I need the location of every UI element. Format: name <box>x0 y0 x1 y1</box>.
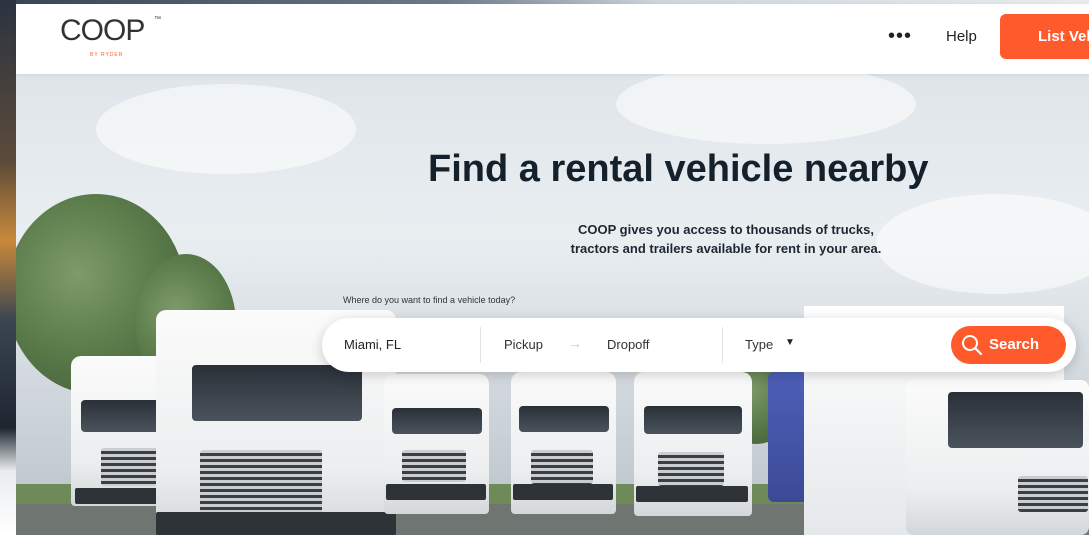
truck <box>384 374 489 514</box>
help-link[interactable]: Help <box>946 28 977 45</box>
list-vehicle-button[interactable]: List Vehicle <box>1000 14 1089 59</box>
cloud <box>616 74 916 144</box>
truck <box>634 372 752 516</box>
hero-subtitle-line1: COOP gives you access to thousands of tr… <box>578 222 874 237</box>
vehicle-type-select[interactable]: Type <box>745 337 773 352</box>
hero-subtitle-line2: tractors and trailers available for rent… <box>570 241 882 256</box>
vehicle-search-bar: Miami, FL Pickup → Dropoff Type ▼ Search <box>322 318 1076 372</box>
location-input[interactable]: Miami, FL <box>344 337 401 352</box>
pickup-date-input[interactable]: Pickup <box>504 337 543 352</box>
divider <box>722 327 723 363</box>
hero-section: Find a rental vehicle nearby COOP gives … <box>16 74 1089 535</box>
coop-logo[interactable]: COOP ™ BY RYDER <box>60 14 161 62</box>
top-navigation-bar: COOP ™ BY RYDER ••• Help List Vehicle <box>16 4 1089 74</box>
divider <box>480 327 481 363</box>
dropoff-date-input[interactable]: Dropoff <box>607 337 649 352</box>
background-window-strip <box>0 0 16 535</box>
more-options-icon[interactable]: ••• <box>888 22 912 50</box>
hero-title: Find a rental vehicle nearby <box>428 148 929 190</box>
search-icon <box>962 335 983 356</box>
search-button-label: Search <box>989 336 1040 353</box>
arrow-right-icon: → <box>568 335 582 351</box>
truck <box>906 380 1089 535</box>
search-prompt-label: Where do you want to find a vehicle toda… <box>343 295 516 305</box>
truck <box>511 372 616 514</box>
caret-down-icon[interactable]: ▼ <box>785 337 795 348</box>
logo-trademark: ™ <box>154 16 161 23</box>
blue-truck <box>768 372 808 502</box>
logo-wordmark: COOP <box>60 14 145 47</box>
hero-subtitle: COOP gives you access to thousands of tr… <box>456 220 996 258</box>
logo-subtitle: BY RYDER <box>90 52 124 58</box>
search-button[interactable]: Search <box>951 326 1066 364</box>
